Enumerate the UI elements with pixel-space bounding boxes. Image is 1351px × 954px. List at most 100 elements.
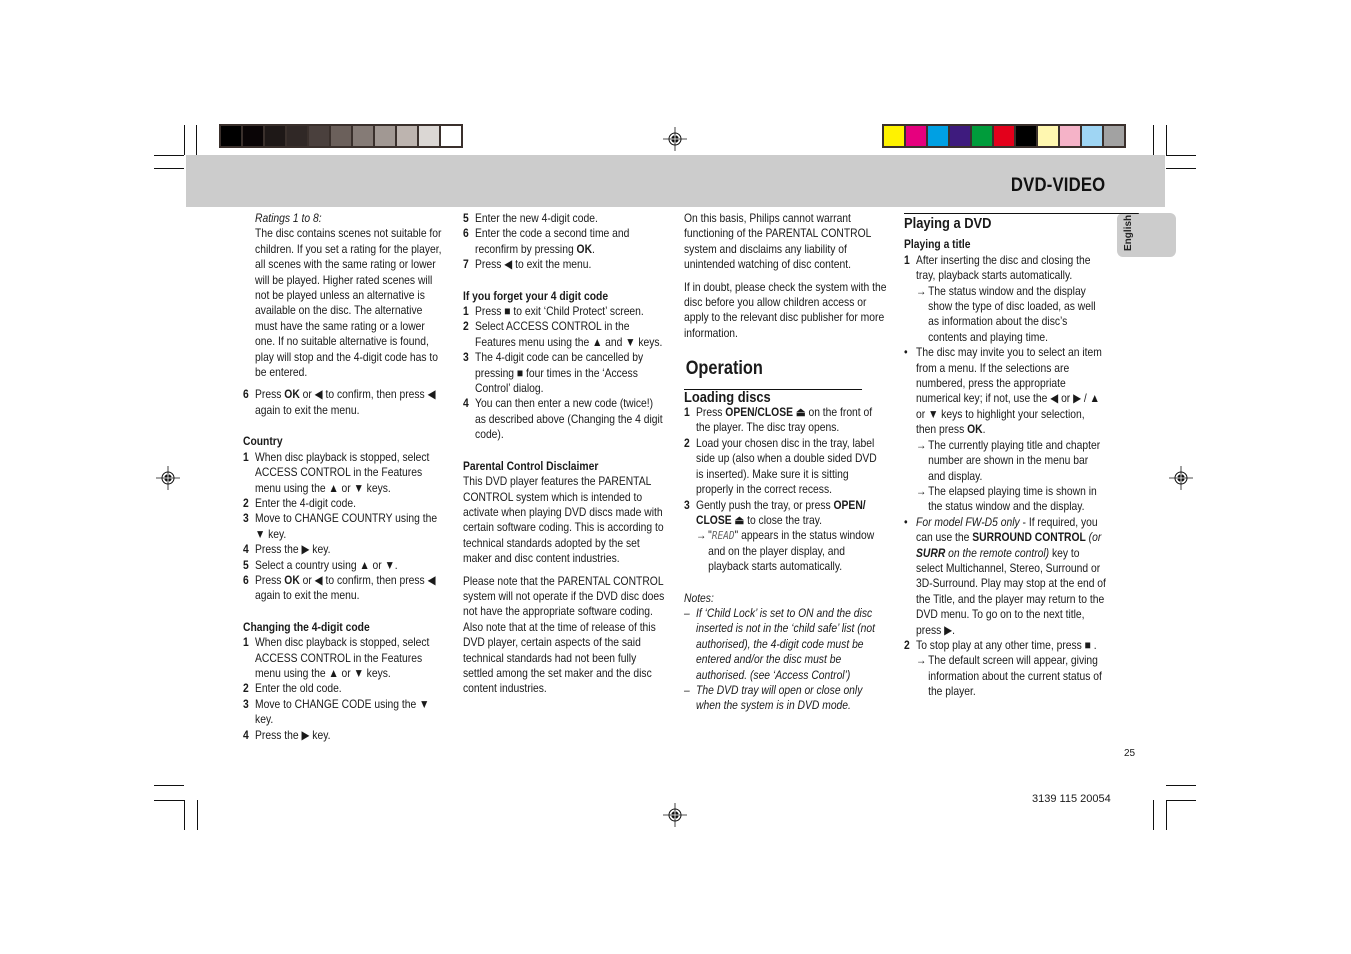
change-code-heading: Changing the 4-digit code (243, 619, 370, 634)
list-item: 2 Load your chosen disc in the tray, labe… (684, 435, 877, 497)
color-swatch (1038, 126, 1058, 146)
loading-discs-heading: Loading discs (684, 388, 771, 406)
bullet-item: • The disc may invite you to select an it… (904, 345, 1102, 437)
crop-mark (154, 155, 184, 156)
document-code: 3139 115 20054 (1032, 793, 1111, 805)
list-item: 3 The 4-digit code can be cancelled by pr… (463, 350, 644, 396)
color-swatch (1016, 126, 1036, 146)
crop-mark (1153, 800, 1154, 830)
color-swatch (331, 126, 351, 146)
color-swatch (287, 126, 307, 146)
bullet-item: • For model FW-D5 only - If required, yo… (904, 514, 1106, 637)
crop-mark (1166, 155, 1196, 156)
playing-dvd-heading: Playing a DVD (904, 215, 992, 232)
result-item: → The status window and the display show … (916, 283, 1096, 344)
list-item: 3 Gently push the tray, or press OPEN/ CL… (684, 497, 866, 527)
process-color-bar (882, 124, 1126, 148)
note-item: – If ‘Child Lock’ is set to ON and the di… (684, 605, 876, 682)
disclaimer-heading: Parental Control Disclaimer (463, 458, 599, 473)
arrow-icon: → (916, 483, 927, 498)
crop-mark (1166, 125, 1167, 155)
crop-mark (196, 125, 197, 155)
crop-mark (154, 168, 184, 169)
color-swatch (265, 126, 285, 146)
list-item: 3 Move to CHANGE COUNTRY using the ▼ key. (243, 511, 438, 541)
list-item: 4 Press the ▶ key. (243, 542, 331, 557)
language-tab: English (1117, 213, 1176, 257)
color-swatch (221, 126, 241, 146)
list-item: 6 Enter the code a second time and reconf… (463, 226, 630, 256)
crop-mark (1166, 800, 1167, 830)
crop-mark (154, 785, 184, 786)
color-swatch (243, 126, 263, 146)
list-item: 6 Press OK or ◀ to confirm, then press ◀ … (243, 572, 436, 603)
color-swatch (441, 126, 461, 146)
paragraph: On this basis, Philips cannot warrant fu… (684, 211, 871, 272)
crop-mark (1166, 785, 1196, 786)
note-item: – The DVD tray will open or close only wh… (684, 682, 863, 713)
notes-label: Notes: (684, 590, 714, 605)
registration-mark-icon (1169, 466, 1193, 490)
color-swatch (353, 126, 373, 146)
result-item: → The currently playing title and chapter… (916, 437, 1101, 483)
list-item: 2 Enter the 4-digit code. (243, 495, 357, 510)
header-band: DVD-VIDEO (186, 155, 1165, 207)
list-item: 1 Press OPEN/CLOSE ⏏ on the front of the … (684, 405, 873, 435)
color-swatch (928, 126, 948, 146)
playing-title-heading: Playing a title (904, 237, 971, 252)
color-swatch (884, 126, 904, 146)
list-item: 2 To stop play at any other time, press ■… (904, 637, 1097, 652)
arrow-icon: → (696, 528, 707, 543)
list-item: 1 Press ■ to exit ‘Child Protect’ screen. (463, 304, 644, 319)
color-swatch (994, 126, 1014, 146)
color-swatch (397, 126, 417, 146)
list-item: 4 Press the ▶ key. (243, 727, 331, 742)
registration-mark-icon (663, 803, 687, 827)
crop-mark (1166, 800, 1196, 801)
operation-heading: Operation (685, 358, 763, 380)
crop-mark (1166, 168, 1196, 169)
page-number: 25 (1124, 748, 1136, 759)
result-item: → "READ" appears in the status window and… (696, 528, 875, 574)
column-4: Playing a DVD Playing a title 1 After ins… (904, 213, 1139, 700)
country-heading: Country (243, 434, 283, 449)
bullet-icon: • (904, 345, 908, 360)
crop-mark (154, 800, 184, 801)
list-item: 4 You can then enter a new code (twice!) … (463, 396, 663, 442)
disclaimer-paragraph: This DVD player features the PARENTAL CO… (463, 474, 664, 566)
list-item: 1 When disc playback is stopped, select A… (243, 449, 430, 495)
color-swatch (1082, 126, 1102, 146)
color-swatch (375, 126, 395, 146)
list-item: 2 Select ACCESS CONTROL in the Features m… (463, 319, 663, 349)
color-swatch (950, 126, 970, 146)
color-swatch (906, 126, 926, 146)
registration-mark-icon (156, 466, 180, 490)
color-swatch (309, 126, 329, 146)
column-1: Ratings 1 to 8: The disc contains scenes… (243, 211, 446, 743)
section-title: DVD-VIDEO (1010, 175, 1105, 196)
list-item: 2 Enter the old code. (243, 681, 342, 696)
forget-code-heading: If you forget your 4 digit code (463, 288, 609, 303)
list-item: 5 Enter the new 4-digit code. (463, 211, 598, 225)
lcd-text: READ (711, 529, 735, 543)
list-item: 7 Press ◀ to exit the menu. (463, 257, 592, 272)
disclaimer-paragraph: Please note that the PARENTAL CONTROL sy… (463, 573, 665, 696)
list-item: 6 Press OK or ◀ to confirm, then press ◀… (243, 387, 436, 417)
list-item: 5 Select a country using ▲ or ▼. (243, 557, 398, 572)
result-item: → The elapsed playing time is shown in th… (916, 483, 1097, 514)
color-swatch (1060, 126, 1080, 146)
color-swatch (972, 126, 992, 146)
arrow-icon: → (916, 283, 927, 298)
crop-mark (1153, 125, 1154, 155)
ratings-text: The disc contains scenes not suitable fo… (255, 226, 442, 380)
column-2: 5 Enter the new 4-digit code. 6 Enter the … (463, 211, 666, 697)
crop-mark (184, 125, 185, 155)
crop-mark (197, 800, 198, 830)
list-item: 3 Move to CHANGE CODE using the ▼ key. (243, 696, 430, 727)
list-item: 1 When disc playback is stopped, select A… (243, 635, 430, 680)
color-swatch (1104, 126, 1124, 146)
color-swatch (419, 126, 439, 146)
arrow-icon: → (916, 653, 927, 668)
list-item: 1 After inserting the disc and closing th… (904, 252, 1091, 283)
language-label: English (1123, 214, 1134, 251)
